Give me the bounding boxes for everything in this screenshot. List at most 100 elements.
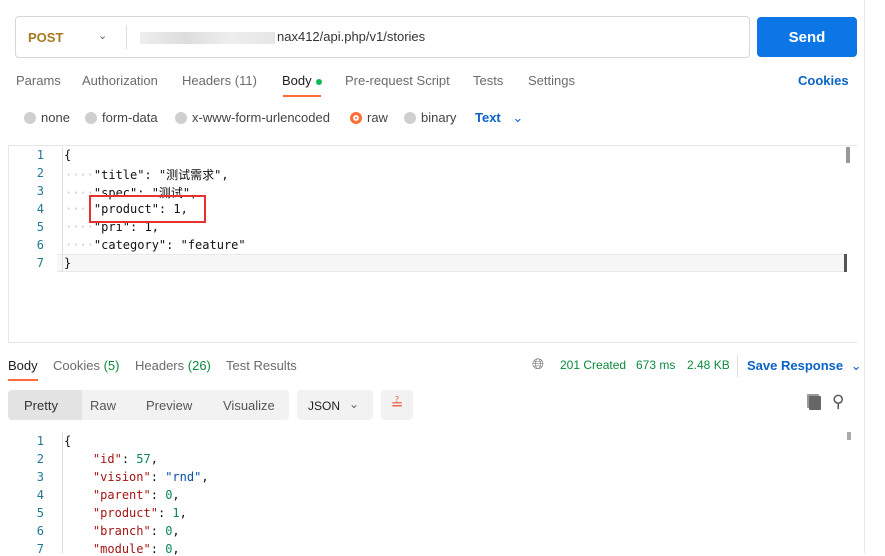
separator — [737, 355, 738, 377]
json-key: "product" — [92, 506, 158, 520]
gutter-line — [62, 147, 63, 272]
view-pretty[interactable]: Pretty — [24, 398, 58, 413]
key-text: branch — [100, 524, 144, 538]
current-line-highlight — [57, 254, 847, 272]
response-tab-body[interactable]: Body — [8, 358, 38, 373]
radio-icon — [24, 111, 36, 124]
line-number: 2 — [36, 452, 44, 466]
code-line: "vision": "rnd", — [92, 470, 209, 484]
key-text: vision — [100, 470, 144, 484]
chevron-down-icon: ⌄ — [349, 397, 360, 411]
response-time[interactable]: 673 ms — [636, 358, 675, 372]
response-tab-headers[interactable]: Headers (26) — [135, 358, 211, 373]
url-input[interactable]: nax412/api.php/v1/stories — [140, 29, 425, 44]
tab-params[interactable]: Params — [16, 73, 61, 88]
save-response-label: Save Response — [747, 358, 844, 373]
line-number: 6 — [36, 238, 44, 252]
tab-headers[interactable]: Headers (11) — [182, 73, 257, 88]
radio-label: binary — [421, 110, 457, 125]
response-size[interactable]: 2.48 KB — [687, 358, 730, 372]
line-number: 6 — [36, 524, 44, 538]
code-text: "title": "测试需求", — [93, 168, 229, 182]
scrollbar[interactable] — [846, 147, 850, 163]
chevron-down-icon: ⌄ — [512, 110, 524, 125]
radio-raw[interactable]: raw — [350, 110, 388, 125]
line-number: 3 — [36, 470, 44, 484]
code-line: "product": 1, — [92, 506, 187, 520]
chevron-down-icon[interactable]: ⌄ — [98, 29, 107, 42]
radio-label: x-www-form-urlencoded — [192, 110, 330, 125]
code-text: "category": "feature" — [93, 238, 246, 252]
view-raw[interactable]: Raw — [90, 398, 116, 413]
count-badge: (26) — [187, 358, 211, 373]
format-select[interactable]: JSON ⌄ — [297, 390, 373, 420]
view-preview[interactable]: Preview — [146, 398, 192, 413]
code-line: ····"title": "测试需求", — [65, 166, 229, 183]
radio-icon — [85, 111, 97, 124]
tab-tests[interactable]: Tests — [473, 73, 503, 88]
scrollbar[interactable] — [847, 432, 851, 440]
code-line: "branch": 0, — [92, 524, 180, 538]
line-number: 2 — [36, 166, 44, 180]
tab-body-label: Body — [282, 73, 312, 88]
active-tab-underline — [8, 379, 38, 381]
radio-none[interactable]: none — [24, 110, 70, 125]
line-number: 7 — [36, 542, 44, 556]
copy-icon[interactable] — [809, 396, 821, 410]
line-number: 3 — [36, 184, 44, 198]
tab-body[interactable]: Body — [282, 73, 322, 88]
separator — [126, 25, 127, 49]
count-badge: (5) — [103, 358, 120, 373]
tab-label: Cookies — [53, 358, 100, 373]
gutter-line — [62, 432, 63, 553]
highlight-annotation-box — [89, 195, 206, 223]
code-line: ····"category": "feature" — [65, 238, 246, 252]
radio-urlencoded[interactable]: x-www-form-urlencoded — [175, 110, 330, 125]
url-text: nax412/api.php/v1/stories — [277, 29, 426, 44]
key-text: product — [100, 506, 151, 520]
tab-authorization[interactable]: Authorization — [82, 73, 158, 88]
format-label: JSON — [308, 399, 341, 413]
json-key: "module" — [92, 542, 151, 556]
json-value: 1 — [172, 506, 180, 520]
json-value: "rnd" — [165, 470, 202, 484]
key-text: parent — [100, 488, 144, 502]
active-tab-underline — [283, 95, 321, 97]
response-tab-cookies[interactable]: Cookies (5) — [53, 358, 119, 373]
line-number: 5 — [36, 220, 44, 234]
json-key: "vision" — [92, 470, 151, 484]
cookies-link[interactable]: Cookies — [798, 73, 849, 88]
tab-pre-request-script[interactable]: Pre-request Script — [345, 73, 450, 88]
scroll-marker — [844, 254, 852, 272]
method-select[interactable]: POST — [28, 30, 63, 45]
save-response-button[interactable]: Save Response ⌄ — [747, 358, 862, 374]
radio-label: form-data — [102, 110, 158, 125]
status-code[interactable]: 201 Created — [560, 358, 626, 372]
radio-icon — [175, 111, 187, 124]
code-line: "id": 57, — [92, 452, 158, 466]
line-number: 7 — [36, 256, 44, 270]
raw-type-select[interactable]: Text ⌄ — [475, 110, 523, 126]
code-text: { — [64, 148, 72, 162]
search-icon[interactable]: ⚲ — [832, 392, 844, 412]
globe-icon[interactable]: 🌐︎ — [532, 356, 544, 373]
key-text: id — [100, 452, 115, 466]
wrap-lines-icon[interactable]: ≟ — [381, 390, 413, 420]
code-line: "parent": 0, — [92, 488, 180, 502]
panel-divider — [864, 0, 865, 553]
tab-settings[interactable]: Settings — [528, 73, 575, 88]
line-number: 1 — [36, 434, 44, 448]
radio-form-data[interactable]: form-data — [85, 110, 158, 125]
radio-icon — [404, 111, 416, 124]
response-tab-test-results[interactable]: Test Results — [226, 358, 297, 373]
line-number: 4 — [36, 202, 44, 216]
url-bar: POST ⌄ nax412/api.php/v1/stories — [15, 16, 750, 58]
radio-binary[interactable]: binary — [404, 110, 456, 125]
indent-whitespace: ···· — [65, 168, 94, 182]
view-mode-group: Pretty Raw Preview Visualize — [8, 390, 289, 420]
send-button[interactable]: Send — [757, 17, 857, 57]
view-visualize[interactable]: Visualize — [223, 398, 275, 413]
json-value: 0 — [165, 542, 173, 556]
redacted-host — [140, 31, 275, 44]
chevron-down-icon: ⌄ — [850, 358, 862, 373]
